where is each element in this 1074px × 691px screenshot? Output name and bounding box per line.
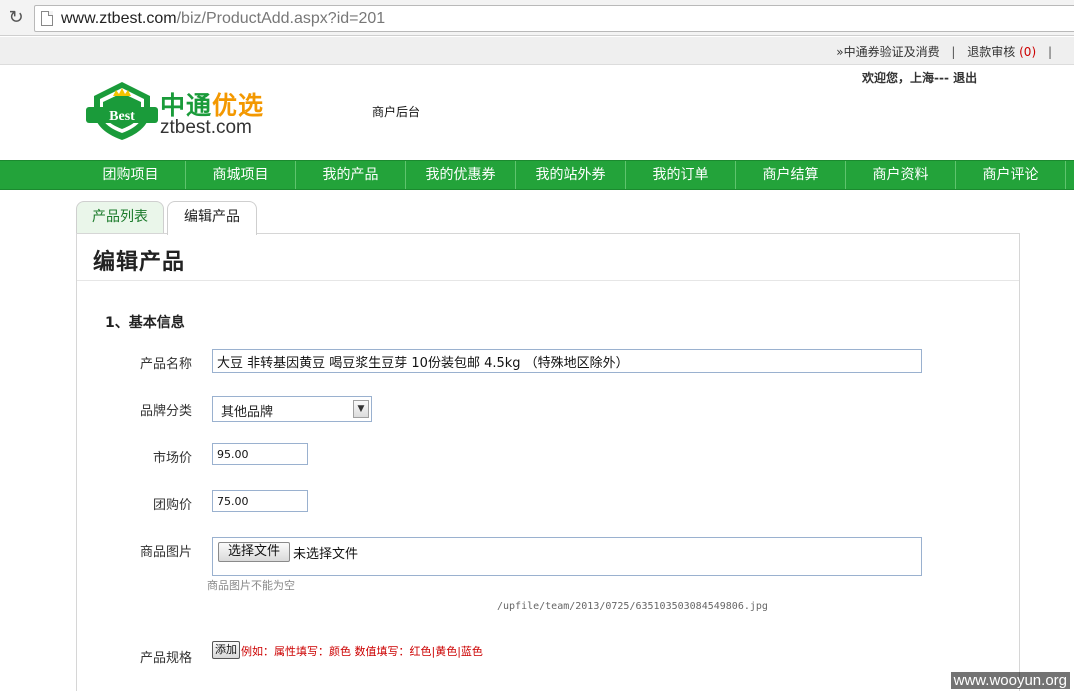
nav-item-merchant-reviews[interactable]: 商户评论 (956, 161, 1066, 189)
nav-item-my-orders[interactable]: 我的订单 (626, 161, 736, 189)
group-price-label: 团购价 (152, 498, 192, 513)
title-divider (77, 280, 1019, 281)
file-status-text: 未选择文件 (293, 547, 359, 562)
section-title-basic-info: 1、基本信息 (105, 315, 185, 331)
market-price-input[interactable] (212, 443, 308, 465)
watermark: www.wooyun.org (950, 672, 1070, 689)
brand-category-select[interactable]: 其他品牌 ▼ (212, 396, 372, 422)
image-required-hint: 商品图片不能为空 (207, 579, 295, 592)
best-shield-logo-icon[interactable]: Best (86, 80, 158, 142)
chevron-down-icon[interactable]: ▼ (353, 400, 369, 418)
refund-count-badge: (0) (1019, 45, 1037, 59)
product-image-file-field[interactable]: 选择文件 未选择文件 (212, 537, 922, 576)
tab-product-list[interactable]: 产品列表 (76, 201, 164, 234)
nav-item-merchant-profile[interactable]: 商户资料 (846, 161, 956, 189)
brand-selected-value: 其他品牌 (221, 405, 274, 420)
add-spec-button[interactable]: 添加 (212, 641, 240, 659)
product-name-input[interactable] (212, 349, 922, 373)
group-price-input[interactable] (212, 490, 308, 512)
logo-badge-text: Best (109, 109, 135, 124)
tab-edit-product[interactable]: 编辑产品 (167, 201, 257, 235)
product-spec-label: 产品规格 (139, 651, 192, 666)
product-name-label: 产品名称 (139, 357, 192, 372)
url-text: www.ztbest.com/biz/ProductAdd.aspx?id=20… (61, 10, 386, 27)
nav-item-my-coupons[interactable]: 我的优惠券 (406, 161, 516, 189)
page-icon (41, 11, 53, 26)
reload-icon[interactable]: ↻ (6, 8, 26, 28)
refund-review-link[interactable]: 退款审核 (0) (967, 45, 1036, 59)
main-nav: 团购项目 商城项目 我的产品 我的优惠券 我的站外券 我的订单 商户结算 商户资… (0, 160, 1074, 190)
nav-item-settlement[interactable]: 商户结算 (736, 161, 846, 189)
choose-file-button[interactable]: 选择文件 (218, 542, 290, 562)
link-separator: | (1047, 45, 1052, 59)
nav-item-my-products[interactable]: 我的产品 (296, 161, 406, 189)
nav-item-group-buy[interactable]: 团购项目 (76, 161, 186, 189)
logo-english-name: ztbest.com (160, 117, 252, 138)
nav-item-offsite-coupons[interactable]: 我的站外券 (516, 161, 626, 189)
nav-item-mall[interactable]: 商城项目 (186, 161, 296, 189)
market-price-label: 市场价 (152, 451, 192, 466)
edit-product-panel: 编辑产品 1、基本信息 产品名称 品牌分类 其他品牌 ▼ 市场价 团购价 商品图… (76, 233, 1020, 691)
brand-category-label: 品牌分类 (139, 404, 192, 419)
coupon-verify-link[interactable]: »中通券验证及消费 (836, 45, 939, 59)
spec-example-text: 例如：属性填写：颜色 数值填写：红色|黄色|蓝色 (241, 645, 483, 658)
url-field[interactable]: www.ztbest.com/biz/ProductAdd.aspx?id=20… (34, 5, 1074, 32)
merchant-backend-title: 商户后台 (372, 105, 421, 119)
top-utility-bar: »中通券验证及消费 | 退款审核 (0) | (0, 37, 1074, 65)
page-title: 编辑产品 (93, 250, 186, 275)
welcome-logout-link[interactable]: 欢迎您，上海--- 退出 (862, 69, 977, 86)
site-header: Best 中通优选 ztbest.com 商户后台 欢迎您，上海--- 退出 (0, 66, 1074, 160)
link-separator: | (951, 45, 956, 59)
product-image-label: 商品图片 (139, 545, 192, 560)
browser-address-bar: ↻ www.ztbest.com/biz/ProductAdd.aspx?id=… (0, 0, 1074, 36)
image-path-text: /upfile/team/2013/0725/63510350308454980… (497, 601, 768, 612)
